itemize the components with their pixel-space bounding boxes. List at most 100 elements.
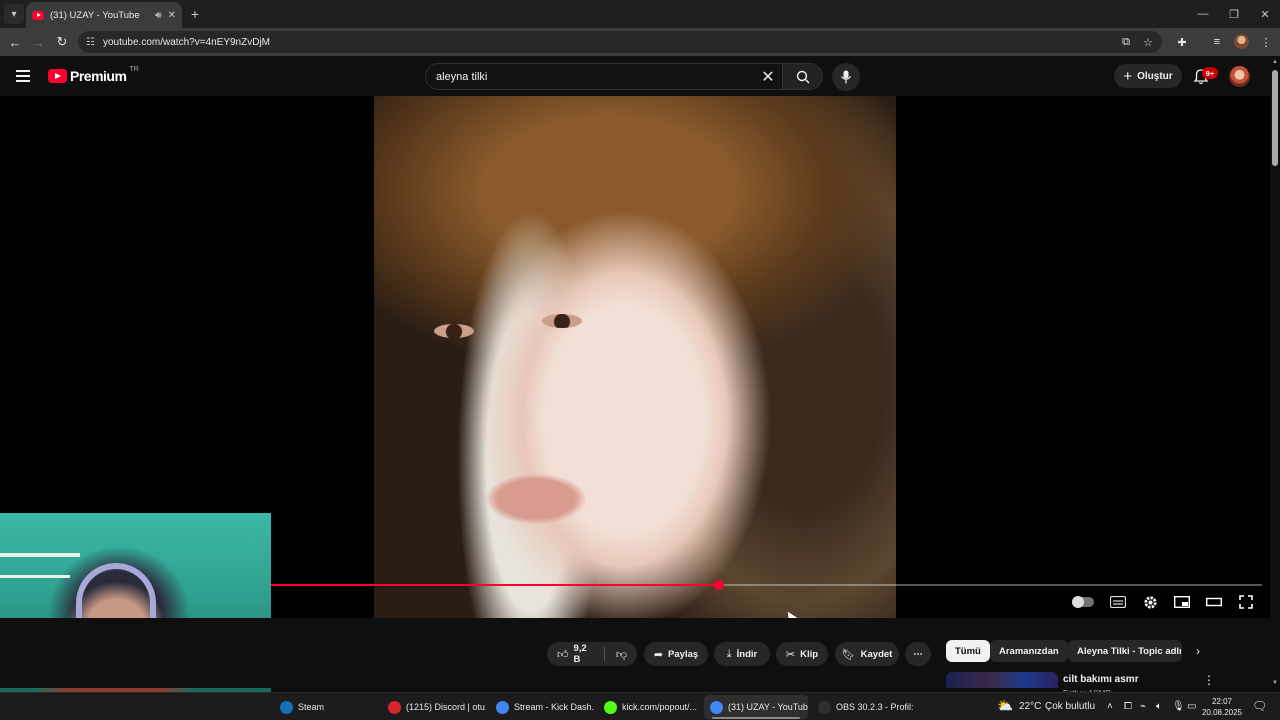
like-count[interactable]: 9,2 B [574, 643, 593, 665]
chip-all[interactable]: Tümü [946, 640, 990, 662]
taskbar-clock[interactable]: 22:07 20.08.2025 [1200, 696, 1244, 718]
search-input[interactable]: aleyna tilki ✕ [425, 63, 783, 90]
microphone-tray-icon[interactable]: 🎙︎ [1172, 701, 1185, 712]
save-label: Kaydet [860, 648, 893, 660]
chrome-icon [496, 700, 509, 714]
more-actions-button[interactable]: ⋯ [905, 642, 931, 666]
recommendation-thumbnail[interactable] [946, 672, 1058, 688]
weather-description[interactable]: Çok bulutlu [1045, 701, 1095, 712]
tab-list-chevron-icon[interactable]: ▾ [4, 4, 24, 24]
plus-icon: + [1123, 67, 1133, 85]
volume-icon[interactable]: 🔈︎ [1156, 701, 1162, 712]
theater-mode-button[interactable] [1203, 593, 1225, 611]
kick-icon [604, 700, 617, 714]
tray-overflow-chevron-icon[interactable]: ˄ [1107, 701, 1113, 712]
notification-count-badge: 9+ [1202, 67, 1218, 79]
account-avatar[interactable] [1229, 66, 1250, 87]
taskbar-item-kick-popout[interactable]: kick.com/popout/... [598, 695, 702, 719]
microphone-icon [841, 70, 851, 84]
extensions-puzzle-icon[interactable]: ✚ [1173, 33, 1191, 51]
clip-button[interactable]: ✂ Klip [776, 642, 828, 666]
video-frame[interactable] [374, 96, 896, 618]
install-app-icon[interactable]: ⧉ [1117, 33, 1135, 51]
fullscreen-button[interactable] [1235, 593, 1257, 611]
autoplay-toggle[interactable] [1072, 596, 1094, 608]
scroll-down-arrow-icon[interactable]: ▼ [1271, 680, 1279, 688]
browser-toolbar: ← → ↻ ☷ youtube.com/watch?v=4nEY9nZvDjM … [0, 28, 1280, 56]
video-image-detail [542, 314, 582, 328]
chip-topic[interactable]: Aleyna Tilki - Topic adlı y [1068, 640, 1182, 662]
site-info-icon[interactable]: ☷ [86, 37, 95, 48]
browser-tab-active[interactable]: (31) UZAY - YouTube 🔊︎ ✕ [26, 2, 182, 28]
chip-from-search[interactable]: Aramanızdan [990, 640, 1068, 662]
page-scrollbar[interactable]: ▲ ▼ [1270, 56, 1280, 688]
like-divider [603, 647, 605, 661]
opera-browser-icon [388, 700, 401, 714]
address-url: youtube.com/watch?v=4nEY9nZvDjM [102, 36, 270, 48]
taskbar-item-kick-dashboard[interactable]: Stream - Kick Dash... [490, 695, 594, 719]
tab-audio-icon[interactable]: 🔊︎ [155, 10, 161, 21]
voice-search-button[interactable] [832, 63, 860, 91]
miniplayer-button[interactable] [1171, 593, 1193, 611]
scroll-up-arrow-icon[interactable]: ▲ [1271, 59, 1279, 67]
progress-bar[interactable] [271, 580, 1262, 590]
clip-label: Klip [800, 648, 819, 660]
save-button[interactable]: 🔖︎ Kaydet [835, 642, 899, 666]
download-icon: ⤓ [726, 647, 732, 660]
create-button[interactable]: + Oluştur [1114, 64, 1182, 88]
address-bar[interactable]: ☷ youtube.com/watch?v=4nEY9nZvDjM [78, 31, 1162, 53]
clear-search-icon[interactable]: ✕ [758, 67, 778, 87]
weather-temperature[interactable]: 22°C [1019, 701, 1041, 712]
subtitles-button[interactable] [1107, 593, 1129, 611]
browser-tab-bar: ▾ (31) UZAY - YouTube 🔊︎ ✕ + — ❐ ✕ [0, 0, 1280, 28]
scrollbar-thumb[interactable] [1272, 70, 1278, 166]
youtube-masthead: Premium TR aleyna tilki ✕ + Oluştur 9+ [0, 56, 1270, 96]
window-restore-button[interactable]: ❐ [1219, 4, 1249, 24]
chevron-right-icon[interactable]: › [1190, 642, 1206, 660]
window-minimize-button[interactable]: — [1188, 4, 1218, 24]
network-icon[interactable]: ⌁ [1140, 701, 1146, 712]
progress-scrubber-handle[interactable] [713, 580, 724, 590]
clock-date: 20.08.2025 [1201, 708, 1243, 717]
youtube-premium-logo[interactable]: Premium TR [48, 66, 139, 84]
search-input-value: aleyna tilki [436, 70, 488, 83]
below-player-area: 👍︎ 9,2 B 👎︎ ➦ Paylaş ⤓ İndir ✂ Klip 🔖︎ K… [0, 618, 1270, 698]
clock-time: 22:07 [1211, 697, 1233, 706]
guide-menu-icon[interactable] [16, 70, 30, 82]
thumbs-up-icon[interactable]: 👍︎ [557, 648, 569, 661]
notification-center-icon[interactable]: 🗨︎ [1252, 699, 1267, 713]
media-controls-icon[interactable]: ≡ [1208, 33, 1226, 51]
thumbs-down-icon[interactable]: 👎︎ [616, 648, 627, 661]
taskbar-item-label: (31) UZAY - YouTub... [728, 702, 808, 712]
reload-icon[interactable]: ↻ [52, 32, 72, 52]
display-icon[interactable]: ▭ [1187, 701, 1196, 712]
download-button[interactable]: ⤓ İndir [714, 642, 770, 666]
taskbar-item-label: Stream - Kick Dash... [514, 702, 594, 712]
tab-close-icon[interactable]: ✕ [168, 10, 176, 21]
taskbar-item-obs[interactable]: OBS 30.2.3 - Profil: l... [812, 695, 916, 719]
recommendation-kebab-icon[interactable]: ⋮ [1203, 673, 1215, 687]
youtube-play-logo-icon [48, 69, 67, 83]
bookmark-star-icon[interactable]: ☆ [1139, 33, 1157, 51]
window-close-button[interactable]: ✕ [1250, 4, 1280, 24]
video-image-detail [434, 324, 474, 338]
active-indicator [712, 717, 800, 719]
browser-menu-kebab-icon[interactable]: ⋮ [1257, 33, 1275, 51]
weather-cloud-icon[interactable]: ⛅ [997, 698, 1013, 714]
forward-arrow-icon[interactable]: → [28, 32, 48, 52]
share-button[interactable]: ➦ Paylaş [644, 642, 708, 666]
tray-app-icon[interactable]: ⧠ [1124, 701, 1132, 712]
settings-button[interactable] [1139, 593, 1161, 611]
taskbar-item-youtube[interactable]: (31) UZAY - YouTub... [704, 695, 808, 719]
taskbar-item-discord[interactable]: (1215) Discord | otu... [382, 695, 486, 719]
back-arrow-icon[interactable]: ← [5, 32, 25, 52]
recommendation-title[interactable]: cilt bakımı asmr [1063, 674, 1139, 685]
taskbar-item-steam[interactable]: Steam [274, 695, 378, 719]
browser-profile-avatar[interactable] [1234, 34, 1249, 49]
search-button[interactable] [783, 63, 823, 90]
taskbar-item-label: Steam [298, 702, 325, 712]
download-label: İndir [736, 648, 758, 660]
new-tab-button[interactable]: + [186, 5, 204, 23]
youtube-favicon-icon [32, 10, 44, 20]
search-icon [796, 70, 809, 83]
